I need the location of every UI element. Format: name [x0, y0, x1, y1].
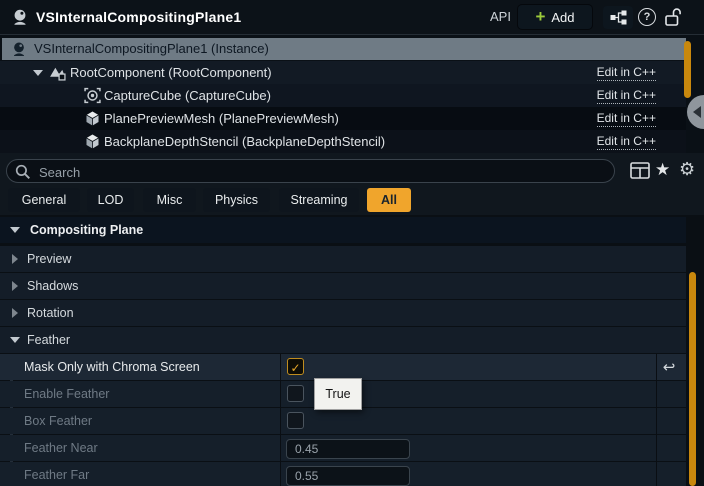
- category-compositing-plane[interactable]: Compositing Plane: [0, 217, 686, 243]
- unlock-icon[interactable]: [664, 6, 684, 28]
- category-label: Preview: [27, 246, 71, 272]
- details-panel-window: VSInternalCompositingPlane1 API + Add: [0, 0, 704, 486]
- search-box[interactable]: [6, 159, 615, 183]
- chevron-right-icon[interactable]: [12, 308, 18, 318]
- category-shadows[interactable]: Shadows: [0, 273, 686, 299]
- edit-in-cpp-link[interactable]: Edit in C++: [597, 64, 656, 81]
- filter-button-streaming[interactable]: Streaming: [279, 188, 359, 212]
- chevron-down-icon[interactable]: [33, 70, 43, 76]
- mask-only-checkbox[interactable]: [287, 358, 304, 375]
- box-feather-checkbox[interactable]: [287, 412, 304, 429]
- property-row-feather-far[interactable]: Feather Far: [0, 462, 686, 486]
- api-link[interactable]: API: [490, 0, 511, 34]
- reset-column-divider: [656, 354, 657, 486]
- webcam-icon: [10, 40, 28, 58]
- details-scrollbar[interactable]: [689, 272, 696, 486]
- webcam-icon: [10, 7, 30, 27]
- enable-feather-checkbox[interactable]: [287, 385, 304, 402]
- reset-to-default-icon[interactable]: [660, 356, 678, 378]
- tree-row-label: PlanePreviewMesh (PlanePreviewMesh): [104, 107, 339, 130]
- favorites-star-icon[interactable]: [655, 162, 670, 179]
- add-button[interactable]: + Add: [518, 5, 592, 29]
- chevron-down-icon[interactable]: [10, 337, 20, 343]
- filter-button-misc[interactable]: Misc: [143, 188, 196, 212]
- toolbar: VSInternalCompositingPlane1 API + Add: [0, 0, 704, 34]
- static-mesh-icon: [84, 133, 101, 150]
- settings-gear-icon[interactable]: [679, 161, 695, 179]
- page-title: VSInternalCompositingPlane1: [36, 0, 241, 34]
- search-section: General LOD Misc Physics Streaming All: [0, 153, 704, 215]
- feather-near-input[interactable]: [286, 439, 410, 459]
- tree-row-capturecube[interactable]: CaptureCube (CaptureCube) Edit in C++: [0, 84, 686, 107]
- property-row-mask-only[interactable]: Mask Only with Chroma Screen: [0, 354, 686, 380]
- chevron-right-icon[interactable]: [12, 281, 18, 291]
- property-label: Enable Feather: [24, 381, 109, 407]
- property-label: Box Feather: [24, 408, 92, 434]
- edit-in-cpp-link[interactable]: Edit in C++: [597, 133, 656, 150]
- tree-scrollbar[interactable]: [684, 41, 691, 98]
- search-icon: [15, 164, 31, 180]
- search-input[interactable]: [37, 161, 601, 183]
- display-settings-icon[interactable]: [630, 162, 650, 179]
- scene-component-icon: [49, 64, 66, 81]
- filter-button-general[interactable]: General: [8, 188, 80, 212]
- chevron-right-icon[interactable]: [12, 254, 18, 264]
- edit-in-cpp-link[interactable]: Edit in C++: [597, 87, 656, 104]
- component-tree: VSInternalCompositingPlane1 (Instance) R…: [0, 34, 704, 154]
- node-tree-icon: [610, 10, 627, 25]
- chevron-down-icon[interactable]: [10, 227, 20, 233]
- tree-row-label: BackplaneDepthStencil (BackplaneDepthSte…: [104, 130, 385, 153]
- tree-row-instance[interactable]: VSInternalCompositingPlane1 (Instance): [2, 38, 686, 60]
- property-label: Mask Only with Chroma Screen: [24, 354, 200, 380]
- component-hierarchy-button[interactable]: [603, 6, 633, 29]
- category-label: Rotation: [27, 300, 74, 326]
- tree-row-rootcomponent[interactable]: RootComponent (RootComponent) Edit in C+…: [0, 61, 686, 84]
- chevron-left-icon: [693, 106, 701, 118]
- property-row-feather-near[interactable]: Feather Near: [0, 435, 686, 461]
- category-label: Shadows: [27, 273, 78, 299]
- tree-row-label: VSInternalCompositingPlane1 (Instance): [34, 38, 269, 60]
- category-feather[interactable]: Feather: [0, 327, 686, 353]
- capture-icon: [84, 87, 101, 104]
- category-label: Compositing Plane: [30, 217, 143, 243]
- category-label: Feather: [27, 327, 70, 353]
- static-mesh-icon: [84, 110, 101, 127]
- column-splitter[interactable]: [280, 354, 281, 486]
- category-preview[interactable]: Preview: [0, 246, 686, 272]
- filter-button-physics[interactable]: Physics: [203, 188, 270, 212]
- details-list: Compositing Plane Preview Shadows Rotati…: [0, 215, 704, 486]
- tree-row-label: RootComponent (RootComponent): [70, 61, 272, 84]
- property-label: Feather Far: [24, 462, 89, 486]
- feather-far-input[interactable]: [286, 466, 410, 486]
- property-label: Feather Near: [24, 435, 98, 461]
- tree-row-planepreviewmesh[interactable]: PlanePreviewMesh (PlanePreviewMesh) Edit…: [0, 107, 686, 130]
- tree-row-label: CaptureCube (CaptureCube): [104, 84, 271, 107]
- help-icon[interactable]: [638, 8, 656, 26]
- filter-button-all[interactable]: All: [367, 188, 411, 212]
- value-tooltip: True: [314, 378, 362, 410]
- edit-in-cpp-link[interactable]: Edit in C++: [597, 110, 656, 127]
- tree-row-backplanedepthstencil[interactable]: BackplaneDepthStencil (BackplaneDepthSte…: [0, 130, 686, 153]
- property-row-box-feather[interactable]: Box Feather: [0, 408, 686, 434]
- category-rotation[interactable]: Rotation: [0, 300, 686, 326]
- add-button-label: Add: [551, 10, 574, 25]
- filter-button-lod[interactable]: LOD: [87, 188, 134, 212]
- plus-icon: +: [535, 8, 545, 25]
